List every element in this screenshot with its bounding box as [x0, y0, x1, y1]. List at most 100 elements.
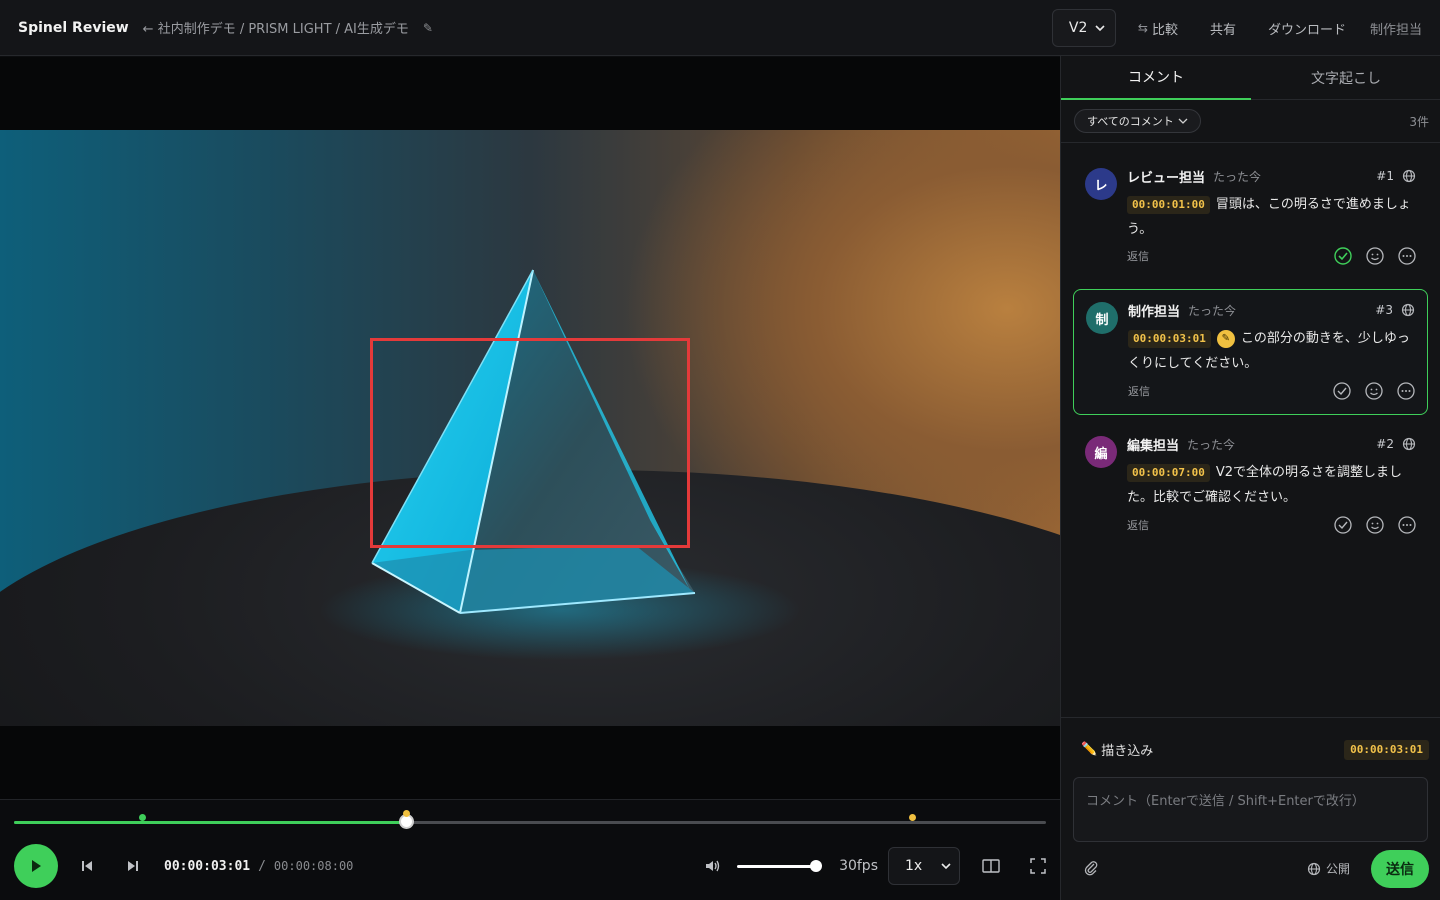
comment-time: たった今	[1187, 437, 1236, 452]
chevron-down-icon	[941, 863, 951, 870]
comment-author: 編集担当	[1127, 438, 1180, 454]
split-view-button[interactable]	[982, 859, 1000, 873]
draw-label-text: 描き込み	[1101, 744, 1154, 759]
comment-marker[interactable]	[908, 814, 916, 821]
timeline-progress	[14, 821, 407, 824]
comment-number: #3	[1375, 303, 1393, 317]
reply-button[interactable]: 返信	[1128, 383, 1150, 399]
sidebar-tabs: コメント 文字起こし	[1061, 56, 1440, 100]
breadcrumb[interactable]: ← 社内制作デモ / PRISM LIGHT / AI生成デモ ✎	[143, 18, 433, 38]
drawing-pencil-icon[interactable]: ✎	[1216, 329, 1235, 348]
skip-forward-icon	[128, 861, 138, 871]
edit-icon[interactable]: ✎	[423, 21, 433, 35]
draw-toggle[interactable]: ✏️ 描き込み	[1081, 740, 1153, 759]
visibility-toggle[interactable]: 公開	[1307, 860, 1350, 877]
play-button[interactable]	[14, 844, 58, 888]
avatar: レ	[1085, 168, 1117, 200]
current-time: 00:00:03:01	[164, 858, 251, 874]
comment-timecode[interactable]: 00:00:03:01	[1128, 330, 1211, 348]
filter-row: すべてのコメント 3件	[1061, 100, 1440, 143]
resolved-check-icon[interactable]	[1334, 247, 1352, 265]
speed-value: 1x	[905, 858, 923, 874]
tab-transcript[interactable]: 文字起こし	[1251, 56, 1440, 100]
fullscreen-icon	[1030, 858, 1046, 874]
download-button[interactable]: ダウンロード	[1268, 19, 1346, 38]
annotation-rectangle[interactable]	[370, 338, 690, 548]
check-icon[interactable]	[1334, 516, 1352, 534]
video-frame[interactable]	[0, 130, 1060, 726]
chevron-down-icon	[1095, 25, 1105, 32]
volume-icon	[706, 860, 720, 872]
playhead-comment-marker[interactable]	[403, 810, 411, 817]
comment-composer: ✏️ 描き込み 00:00:03:01 公開 送信	[1061, 717, 1440, 900]
more-options-icon[interactable]	[1398, 516, 1416, 534]
avatar: 編	[1085, 436, 1117, 468]
globe-icon	[1401, 303, 1415, 317]
comment-footer: 返信	[1127, 515, 1416, 535]
comment-timecode[interactable]: 00:00:07:00	[1127, 464, 1210, 482]
timeline-track[interactable]	[14, 810, 1046, 829]
composer-timecode[interactable]: 00:00:03:01	[1344, 740, 1429, 760]
playhead-knob[interactable]	[399, 810, 415, 829]
version-select[interactable]: V2	[1051, 9, 1116, 47]
header-actions: V2 ⇆ 比較 共有 ダウンロード 制作担当	[1051, 0, 1422, 56]
comment-timecode[interactable]: 00:00:01:00	[1127, 196, 1210, 214]
comment-number: #2	[1376, 437, 1394, 451]
control-row: 00:00:03:01 / 00:00:08:00 30fps 1x	[14, 844, 1046, 888]
comment-header: レビュー担当 たった今 #1	[1127, 166, 1416, 186]
check-icon[interactable]	[1333, 382, 1351, 400]
comment-sidebar: コメント 文字起こし すべてのコメント 3件 レ レビュー担当 たった今 #1 …	[1060, 56, 1440, 900]
breadcrumb-text[interactable]: ← 社内制作デモ / PRISM LIGHT / AI生成デモ	[143, 18, 409, 37]
more-options-icon[interactable]	[1397, 382, 1415, 400]
send-button[interactable]: 送信	[1371, 850, 1429, 888]
user-menu[interactable]: 制作担当	[1370, 19, 1422, 38]
time-separator: /	[258, 858, 266, 874]
fullscreen-button[interactable]	[1030, 858, 1046, 874]
comment-body: 00:00:01:00 冒頭は、この明るさで進めましょう。	[1127, 192, 1416, 242]
comment-item[interactable]: レ レビュー担当 たった今 #1 00:00:01:00 冒頭は、この明るさで進め…	[1073, 156, 1428, 278]
skip-back-button[interactable]	[80, 859, 94, 873]
tab-comments[interactable]: コメント	[1061, 56, 1251, 100]
version-value: V2	[1068, 20, 1088, 36]
comment-author: レビュー担当	[1127, 170, 1206, 186]
swap-icon: ⇆	[1137, 21, 1148, 35]
volume-slider[interactable]	[737, 859, 823, 872]
comment-body: 00:00:07:00 V2で全体の明るさを調整しました。比較でご確認ください。	[1127, 460, 1416, 510]
comment-footer: 返信	[1127, 246, 1416, 266]
attach-button[interactable]	[1083, 860, 1099, 880]
comment-item[interactable]: 編 編集担当 たった今 #2 00:00:07:00 V2で全体の明るさを調整しま…	[1073, 424, 1428, 546]
chevron-down-icon	[1178, 118, 1188, 124]
paperclip-icon	[1084, 861, 1098, 876]
emoji-icon[interactable]	[1366, 516, 1384, 534]
video-player: 00:00:03:01 / 00:00:08:00 30fps 1x	[0, 57, 1060, 900]
comment-author: 制作担当	[1128, 304, 1181, 320]
comment-actions	[1334, 516, 1416, 534]
compare-button[interactable]: ⇆ 比較	[1138, 19, 1178, 38]
total-time: 00:00:08:00	[273, 859, 354, 873]
more-options-icon[interactable]	[1398, 247, 1416, 265]
comment-time: たった今	[1213, 169, 1262, 184]
speed-select[interactable]: 1x	[888, 847, 960, 885]
comment-header: 制作担当 たった今 #3	[1128, 300, 1415, 320]
comment-marker[interactable]	[138, 814, 146, 821]
volume-button[interactable]	[705, 859, 721, 873]
emoji-icon[interactable]	[1365, 382, 1383, 400]
brand-name: Spinel Review	[18, 19, 129, 36]
emoji-icon[interactable]	[1366, 247, 1384, 265]
comment-filter-dropdown[interactable]: すべてのコメント	[1074, 109, 1201, 133]
comment-time: たった今	[1188, 303, 1237, 318]
reply-button[interactable]: 返信	[1127, 248, 1149, 264]
share-button[interactable]: 共有	[1210, 19, 1236, 38]
visibility-label: 公開	[1326, 862, 1351, 876]
skip-back-icon	[82, 861, 92, 871]
globe-icon	[1307, 862, 1321, 875]
globe-icon	[1402, 437, 1416, 451]
skip-forward-button[interactable]	[126, 859, 140, 873]
play-icon	[32, 860, 41, 872]
comment-input[interactable]	[1073, 777, 1428, 842]
reply-button[interactable]: 返信	[1127, 517, 1149, 533]
timecode-display: 00:00:03:01 / 00:00:08:00	[164, 859, 353, 874]
volume-knob[interactable]	[810, 859, 823, 872]
comment-item-active[interactable]: 制 制作担当 たった今 #3 00:00:03:01 ✎ この部分の動きを、少しゆっ…	[1073, 289, 1428, 415]
avatar: 制	[1086, 302, 1118, 334]
